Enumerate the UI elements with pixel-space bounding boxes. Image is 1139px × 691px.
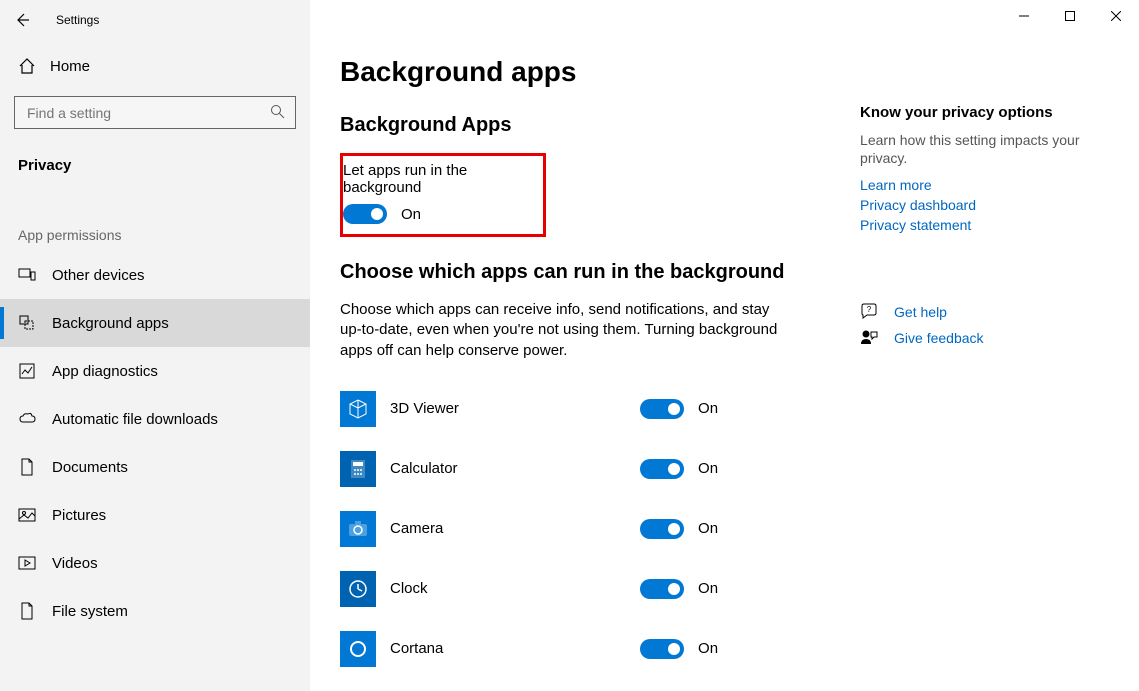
app-name: Cortana (390, 640, 626, 657)
nav-item-videos[interactable]: Videos (0, 539, 310, 587)
app-toggle[interactable] (640, 639, 684, 659)
search-input[interactable] (25, 104, 270, 122)
nav-item-label: Videos (52, 555, 98, 572)
doc-icon (18, 458, 36, 476)
help-icon: ? (860, 303, 878, 321)
close-icon (1111, 11, 1121, 21)
minimize-icon (1019, 11, 1029, 21)
info-pane: Know your privacy options Learn how this… (860, 48, 1109, 691)
app-row-3d-viewer: 3D Viewer On (340, 379, 790, 439)
nav-item-label: Documents (52, 459, 128, 476)
nav-item-other-devices[interactable]: Other devices (0, 251, 310, 299)
app-icon (340, 571, 376, 607)
nav-item-background-apps[interactable]: Background apps (0, 299, 310, 347)
app-name: Calculator (390, 460, 626, 477)
home-nav[interactable]: Home (0, 44, 310, 88)
app-toggle-state: On (698, 400, 718, 417)
app-toggle[interactable] (640, 579, 684, 599)
master-toggle-state: On (401, 206, 421, 223)
back-arrow-icon (14, 12, 30, 28)
nav-item-app-diagnostics[interactable]: App diagnostics (0, 347, 310, 395)
vid-icon (18, 554, 36, 572)
nav-item-automatic-file-downloads[interactable]: Automatic file downloads (0, 395, 310, 443)
nav-item-pictures[interactable]: Pictures (0, 491, 310, 539)
master-toggle-label: Let apps run in the background (343, 162, 533, 196)
app-toggle[interactable] (640, 519, 684, 539)
section-title-choose: Choose which apps can run in the backgro… (340, 261, 790, 284)
info-desc: Learn how this setting impacts your priv… (860, 131, 1109, 167)
app-row-cortana: Cortana On (340, 619, 790, 679)
app-name: 3D Viewer (390, 400, 626, 417)
cloud-icon (18, 410, 36, 428)
subheader: App permissions (0, 207, 310, 251)
app-icon (340, 631, 376, 667)
section-desc: Choose which apps can receive info, send… (340, 300, 780, 361)
app-icon (340, 511, 376, 547)
nav-item-label: Pictures (52, 507, 106, 524)
search-box[interactable] (14, 96, 296, 129)
master-toggle[interactable] (343, 204, 387, 224)
app-toggle-state: On (698, 640, 718, 657)
home-label: Home (50, 58, 90, 75)
bg-icon (18, 314, 36, 332)
app-name: Camera (390, 520, 626, 537)
give-feedback-link[interactable]: Give feedback (894, 330, 984, 346)
app-icon (340, 451, 376, 487)
app-row-calculator: Calculator On (340, 439, 790, 499)
app-row-disney-: Disney+Disney+On (340, 679, 790, 691)
minimize-button[interactable] (1001, 0, 1047, 32)
devices-icon (18, 266, 36, 284)
maximize-icon (1065, 11, 1075, 21)
app-toggle[interactable] (640, 459, 684, 479)
nav-item-label: App diagnostics (52, 363, 158, 380)
app-toggle[interactable] (640, 399, 684, 419)
svg-text:?: ? (867, 305, 872, 314)
info-link-privacy-statement[interactable]: Privacy statement (860, 217, 1109, 233)
pic-icon (18, 506, 36, 524)
info-link-learn-more[interactable]: Learn more (860, 177, 1109, 193)
sidebar: Home Privacy App permissions Other devic… (0, 0, 310, 691)
nav-item-file-system[interactable]: File system (0, 587, 310, 635)
app-row-camera: Camera On (340, 499, 790, 559)
feedback-icon (860, 329, 878, 347)
info-link-privacy-dashboard[interactable]: Privacy dashboard (860, 197, 1109, 213)
nav-item-documents[interactable]: Documents (0, 443, 310, 491)
nav-item-label: File system (52, 603, 128, 620)
diag-icon (18, 362, 36, 380)
page-title: Background apps (340, 56, 790, 88)
app-title: Settings (56, 0, 129, 40)
close-button[interactable] (1093, 0, 1139, 32)
app-row-clock: Clock On (340, 559, 790, 619)
info-heading: Know your privacy options (860, 104, 1109, 121)
app-name: Clock (390, 580, 626, 597)
master-toggle-highlight: Let apps run in the background On (340, 153, 546, 237)
back-button[interactable] (0, 0, 44, 40)
nav-item-label: Automatic file downloads (52, 411, 218, 428)
app-toggle-state: On (698, 520, 718, 537)
maximize-button[interactable] (1047, 0, 1093, 32)
get-help-link[interactable]: Get help (894, 304, 947, 320)
doc-icon (18, 602, 36, 620)
search-icon (270, 104, 285, 122)
nav-item-label: Background apps (52, 315, 169, 332)
category-label: Privacy (0, 143, 310, 187)
app-toggle-state: On (698, 460, 718, 477)
app-icon (340, 391, 376, 427)
app-toggle-state: On (698, 580, 718, 597)
home-icon (18, 57, 36, 75)
main-content: Background apps Background Apps Let apps… (340, 48, 790, 691)
section-title-bg-apps: Background Apps (340, 114, 790, 137)
nav-item-label: Other devices (52, 267, 145, 284)
